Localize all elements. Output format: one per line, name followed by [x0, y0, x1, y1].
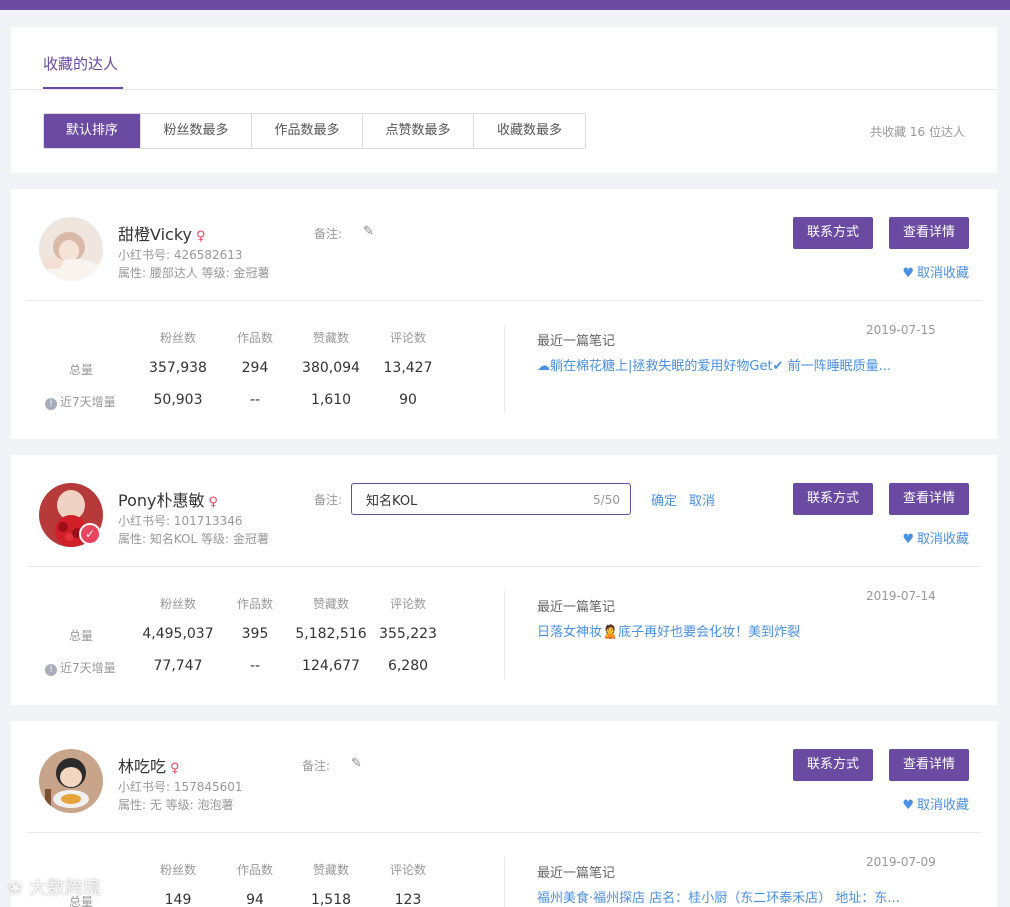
contact-button[interactable]: 联系方式	[793, 749, 873, 781]
col-comments: 评论数	[389, 863, 426, 877]
recent-note-link[interactable]: 日落女神妆🙎底子再好也要会化妆！美到炸裂	[537, 621, 937, 640]
recent-note-date: 2019-07-15	[866, 323, 936, 337]
stats-table: 粉丝数 作品数 赞藏数 评论数 总量 ! 近7天增量 357,938 294 38…	[11, 319, 501, 419]
influencer-card: 甜橙Vicky ♀ 小红书号: 426582613 属性: 腰部达人 等级: 金冠…	[11, 189, 997, 439]
favorites-header: 收藏的达人 默认排序 粉丝数最多 作品数最多 点赞数最多 收藏数最多 共收藏 1…	[11, 27, 997, 173]
col-works: 作品数	[236, 863, 273, 877]
female-icon: ♀	[170, 761, 180, 776]
info-icon[interactable]: !	[45, 398, 57, 410]
note-label: 备注:	[314, 227, 343, 241]
xhs-id: 小红书号: 101713346	[118, 514, 243, 528]
col-comments: 评论数	[389, 597, 426, 611]
confirm-note-link[interactable]: 确定	[651, 490, 677, 509]
row-week-label: ! 近7天增量	[45, 393, 116, 410]
sort-favorites-button[interactable]: 收藏数最多	[474, 114, 585, 148]
col-works: 作品数	[236, 331, 273, 345]
contact-button[interactable]: 联系方式	[793, 217, 873, 249]
note-char-count: 5/50	[593, 493, 620, 507]
col-likes: 赞藏数	[312, 597, 349, 611]
pencil-icon[interactable]: ✎	[363, 224, 377, 239]
watermark-logo-icon: ❀	[8, 878, 29, 899]
recent-note-date: 2019-07-09	[866, 855, 936, 869]
col-fans: 粉丝数	[159, 331, 196, 345]
stats-table: 粉丝数 作品数 赞藏数 评论数 总量 ! 近7天增量 4,495,037 395 …	[11, 585, 501, 685]
note-input[interactable]	[366, 484, 566, 514]
sort-fans-button[interactable]: 粉丝数最多	[141, 114, 252, 148]
recent-note-label: 最近一篇笔记	[537, 600, 616, 615]
col-fans: 粉丝数	[159, 597, 196, 611]
info-icon[interactable]: !	[45, 664, 57, 676]
view-detail-button[interactable]: 查看详情	[889, 749, 969, 781]
stat-comments-total: 123	[394, 892, 422, 907]
col-fans: 粉丝数	[159, 863, 196, 877]
stat-comments-week: 6,280	[387, 658, 429, 674]
unfavorite-button[interactable]: ♥ 取消收藏	[902, 262, 969, 281]
divider	[504, 325, 505, 413]
influencer-card: ✓ Pony朴惠敏 ♀ 小红书号: 101713346 属性: 知名KOL 等级:…	[11, 455, 997, 705]
col-likes: 赞藏数	[312, 331, 349, 345]
influencer-name[interactable]: Pony朴惠敏 ♀	[118, 487, 218, 511]
influencer-card: 林吃吃 ♀ 小红书号: 157845601 属性: 无 等级: 泡泡薯 备注: ✎…	[11, 721, 997, 907]
xhs-id: 小红书号: 426582613	[118, 248, 243, 262]
col-likes: 赞藏数	[312, 863, 349, 877]
divider	[27, 832, 981, 833]
sort-works-button[interactable]: 作品数最多	[252, 114, 363, 148]
female-icon: ♀	[208, 495, 219, 510]
divider	[27, 300, 981, 301]
divider	[11, 89, 997, 90]
row-total-label: 总量	[69, 629, 94, 643]
col-comments: 评论数	[389, 331, 426, 345]
influencer-attributes: 属性: 腰部达人 等级: 金冠薯	[118, 266, 270, 280]
avatar[interactable]	[39, 217, 103, 281]
row-total-label: 总量	[69, 363, 94, 377]
note-label: 备注:	[314, 493, 343, 507]
total-count: 共收藏 16 位达人	[870, 125, 965, 139]
female-icon: ♀	[196, 229, 206, 244]
unfavorite-button[interactable]: ♥ 取消收藏	[902, 528, 969, 547]
row-week-label: ! 近7天增量	[45, 659, 116, 676]
stat-comments-week: 90	[399, 392, 417, 408]
unfavorite-button[interactable]: ♥ 取消收藏	[902, 794, 969, 813]
recent-note-label: 最近一篇笔记	[537, 334, 616, 349]
recent-note-link[interactable]: ☁躺在棉花糖上|拯救失眠的爱用好物Get✔ 前一阵睡眠质量...	[537, 355, 937, 374]
note-label: 备注:	[302, 759, 331, 773]
sort-likes-button[interactable]: 点赞数最多	[363, 114, 474, 148]
recent-note-date: 2019-07-14	[866, 589, 936, 603]
heart-icon: ♥	[902, 798, 914, 813]
watermark: ❀ 大数跨境	[8, 878, 101, 899]
influencer-attributes: 属性: 知名KOL 等级: 金冠薯	[118, 532, 269, 546]
check-badge-icon: ✓	[79, 523, 101, 545]
recent-note-label: 最近一篇笔记	[537, 866, 616, 881]
influencer-attributes: 属性: 无 等级: 泡泡薯	[118, 798, 234, 812]
divider	[504, 591, 505, 679]
sort-default-button[interactable]: 默认排序	[44, 114, 141, 148]
divider	[27, 566, 981, 567]
sort-bar: 默认排序 粉丝数最多 作品数最多 点赞数最多 收藏数最多	[43, 113, 586, 149]
divider	[504, 857, 505, 907]
xhs-id: 小红书号: 157845601	[118, 780, 243, 794]
influencer-name[interactable]: 林吃吃 ♀	[118, 753, 180, 777]
contact-button[interactable]: 联系方式	[793, 483, 873, 515]
recent-note-link[interactable]: 福州美食·福州探店 店名：桂小厨（东二环泰禾店） 地址：东...	[537, 887, 937, 906]
tab-favorites[interactable]: 收藏的达人	[43, 53, 118, 74]
view-detail-button[interactable]: 查看详情	[889, 217, 969, 249]
col-works: 作品数	[236, 597, 273, 611]
heart-icon: ♥	[902, 266, 914, 281]
pencil-icon[interactable]: ✎	[351, 756, 365, 771]
stat-comments-total: 355,223	[379, 626, 437, 642]
note-field: 5/50	[351, 483, 631, 515]
top-accent-bar	[0, 0, 1010, 10]
influencer-name[interactable]: 甜橙Vicky ♀	[118, 221, 206, 245]
avatar[interactable]	[39, 749, 103, 813]
cancel-note-link[interactable]: 取消	[689, 490, 715, 509]
stat-comments-total: 13,427	[383, 360, 433, 376]
heart-icon: ♥	[902, 532, 914, 547]
view-detail-button[interactable]: 查看详情	[889, 483, 969, 515]
